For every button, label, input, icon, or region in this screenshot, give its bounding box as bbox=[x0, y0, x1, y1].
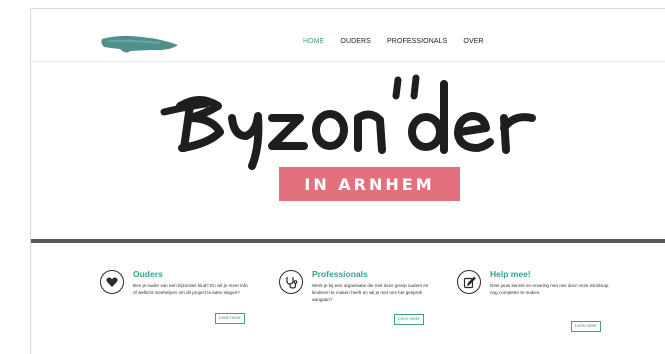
feature-text: Deel jouw kennis en ervaring met ons doo… bbox=[490, 283, 609, 295]
feature-text: Werk je bij een organisatie die met deze… bbox=[312, 283, 429, 302]
nav-professionals[interactable]: PROFESSIONALS bbox=[387, 38, 447, 45]
feature-text: Ben je ouder van een bijzonder kind? En … bbox=[133, 283, 248, 295]
feature-title: Ouders bbox=[133, 269, 163, 279]
site-logo[interactable] bbox=[100, 33, 182, 55]
stethoscope-icon bbox=[279, 270, 303, 294]
feature-title: Professionals bbox=[312, 269, 368, 279]
feature-title: Help mee! bbox=[490, 269, 531, 279]
nav-ouders[interactable]: OUDERS bbox=[340, 38, 371, 45]
lees-meer-button[interactable]: Lees meer bbox=[215, 313, 245, 324]
main-nav: HOME OUDERS PROFESSIONALS OVER bbox=[303, 38, 484, 45]
heart-icon bbox=[100, 270, 124, 294]
header-divider bbox=[31, 61, 665, 62]
frame-top-border bbox=[30, 8, 665, 9]
lees-meer-button[interactable]: Lees meer bbox=[571, 321, 601, 332]
lees-meer-button[interactable]: Lees meer bbox=[394, 314, 424, 325]
hero-title-logotype bbox=[160, 74, 536, 170]
frame-left-border bbox=[30, 8, 31, 354]
nav-home[interactable]: HOME bbox=[303, 38, 324, 45]
city-badge: IN ARNHEM bbox=[279, 167, 460, 201]
section-divider bbox=[31, 239, 665, 243]
edit-icon bbox=[457, 270, 481, 294]
nav-over[interactable]: OVER bbox=[463, 38, 483, 45]
